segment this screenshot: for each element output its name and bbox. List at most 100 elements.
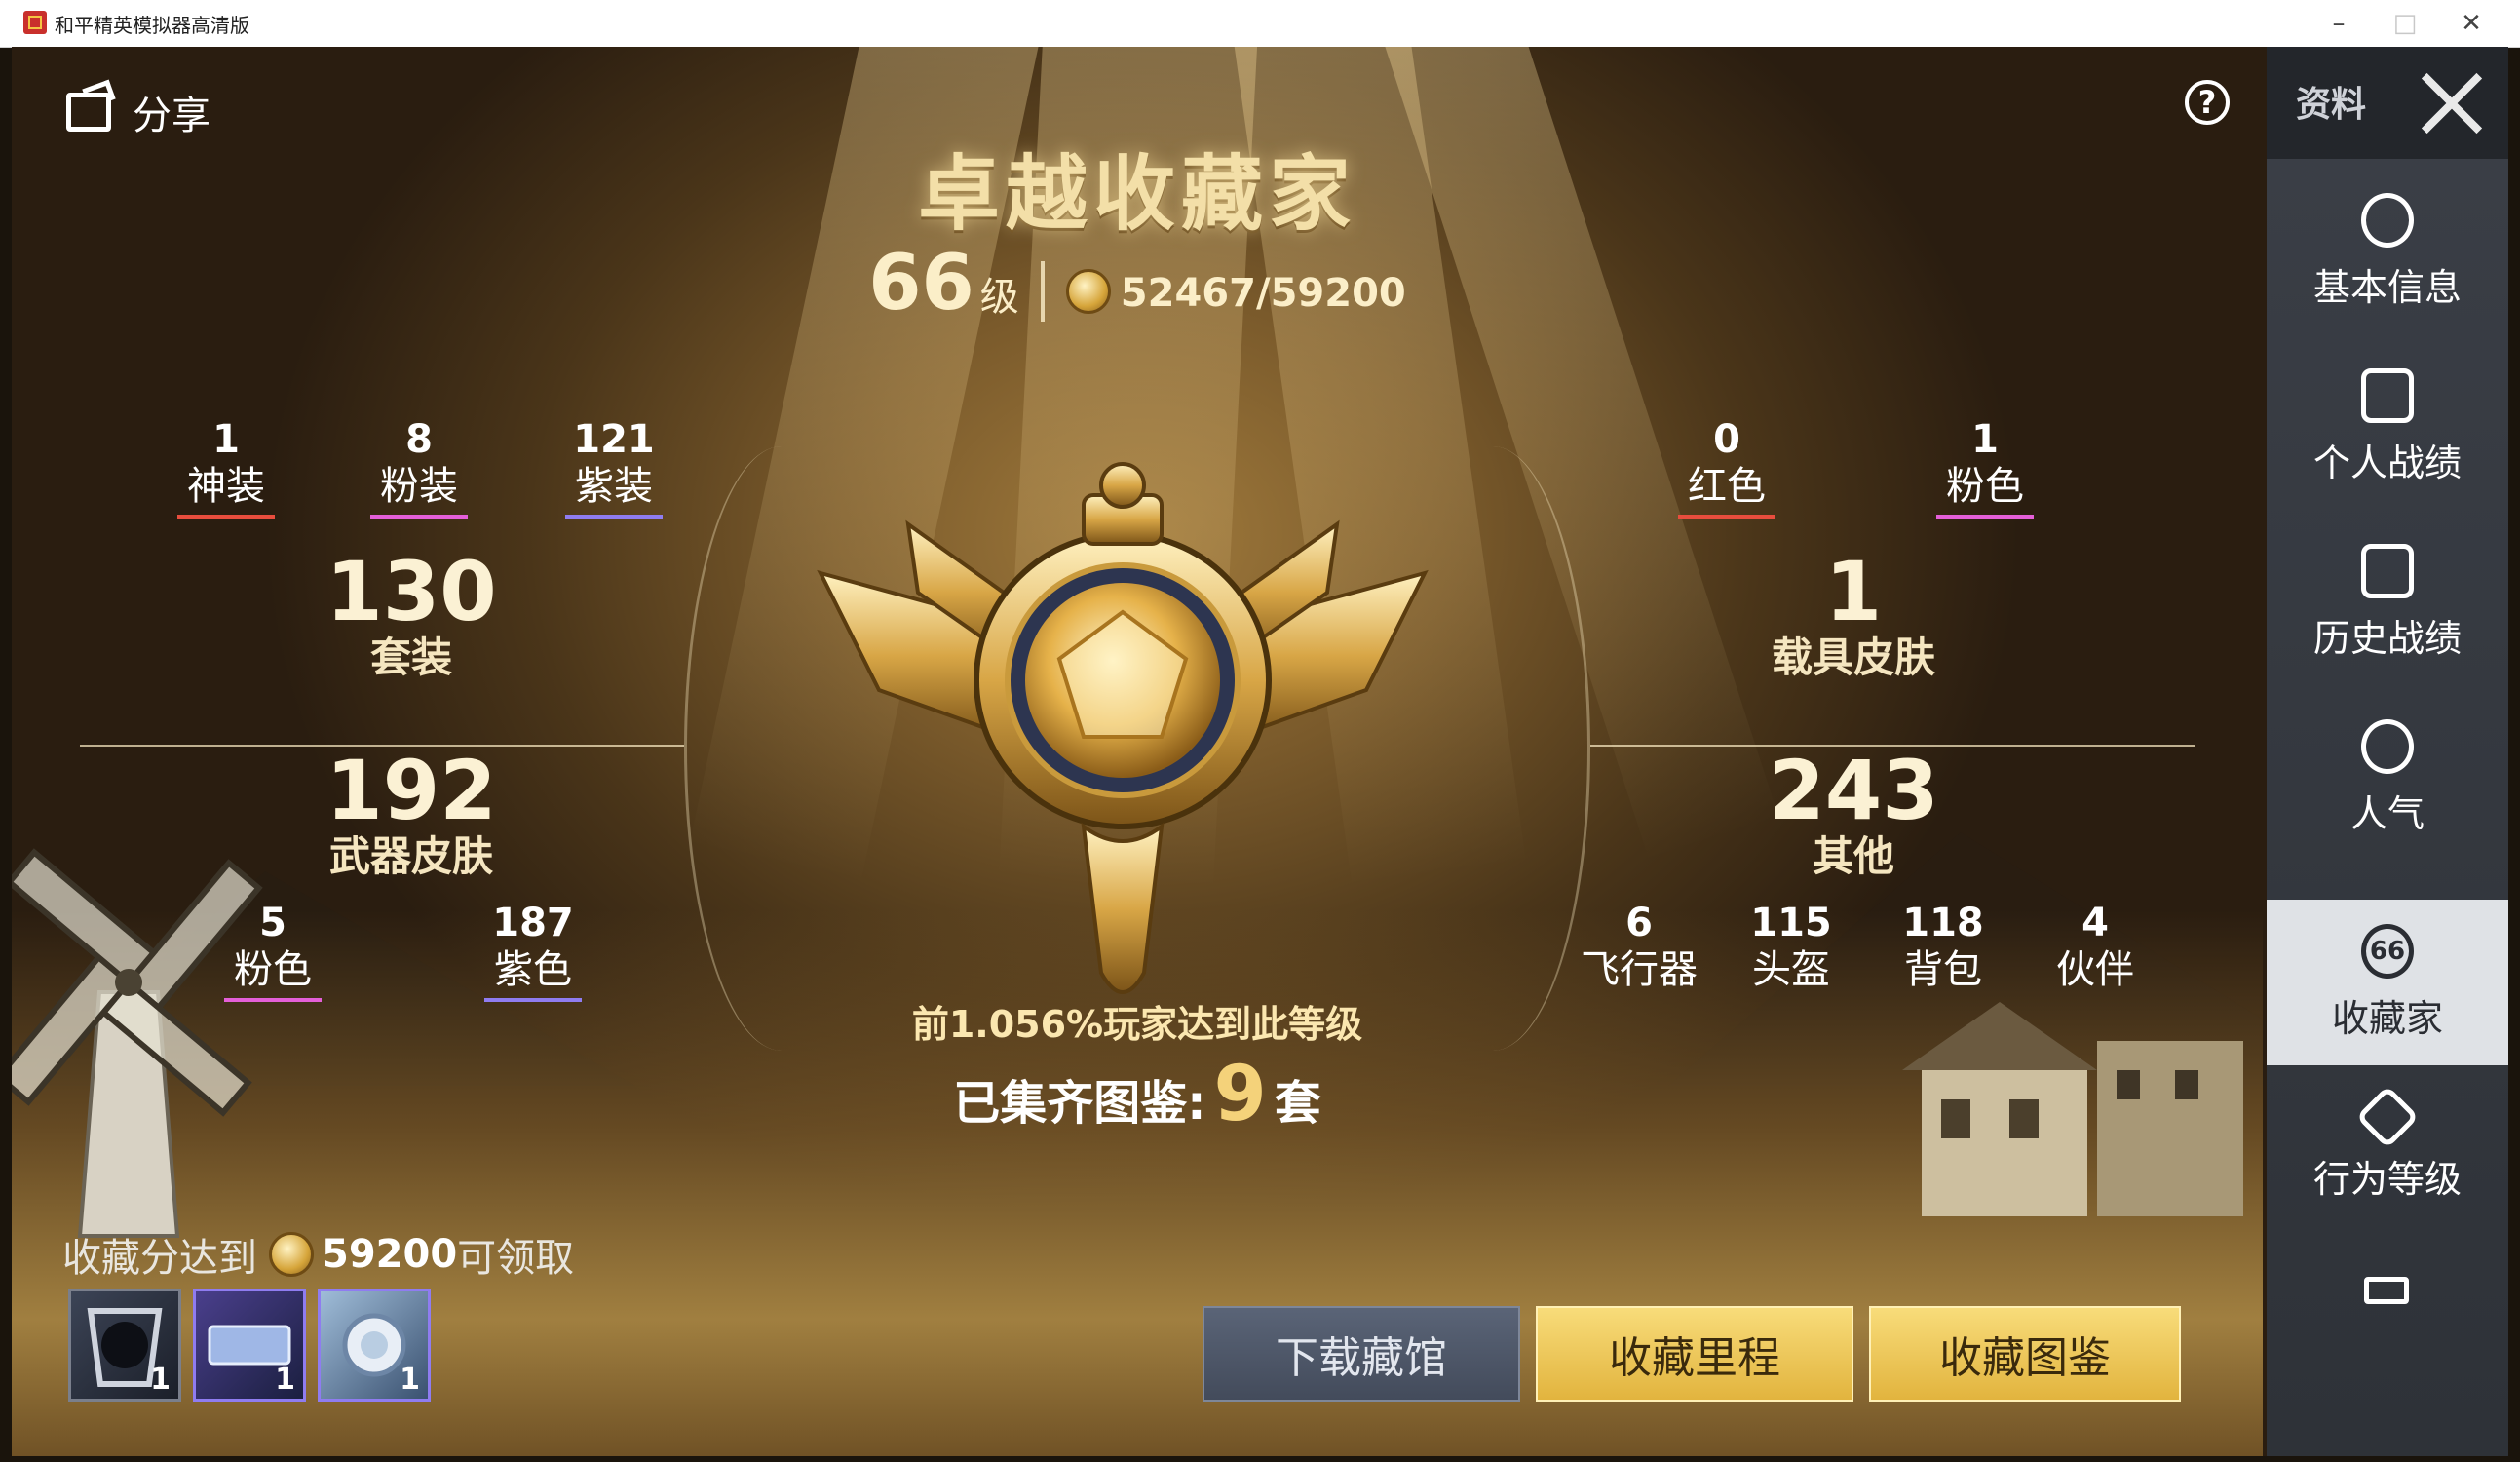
stat-pink-vehicle: 1 粉色	[1917, 417, 2053, 519]
weapon-skin-label: 武器皮肤	[328, 832, 493, 880]
sidebar-item-personal-stats[interactable]: 个人战绩	[2267, 344, 2508, 510]
reward-item-card[interactable]: 1	[193, 1289, 306, 1402]
sidebar-item-label: 基本信息	[2312, 265, 2462, 309]
sets-count: 9	[1213, 1051, 1267, 1138]
collector-level: 66	[868, 240, 974, 327]
stat-purple-outfit: 121 紫装	[546, 417, 682, 519]
level-row: 66 级 52467/59200	[12, 246, 2263, 322]
stat-helmet: 115 头盔	[1713, 901, 1869, 994]
document-target-icon	[2361, 543, 2414, 598]
vehicle-skin-total: 1 载具皮肤	[1737, 550, 1970, 682]
game-viewport: 分享 ? 卓越收藏家 66 级 52467/59200 1 神装 8 粉装 12…	[12, 47, 2508, 1456]
more-menu-icon[interactable]	[2364, 1277, 2409, 1304]
window-close-button[interactable]: ✕	[2438, 0, 2504, 47]
help-icon[interactable]: ?	[2185, 80, 2230, 125]
sidebar-item-behavior-level[interactable]: 行为等级	[2267, 1065, 2508, 1231]
vehicle-skin-count: 1	[1824, 544, 1883, 639]
stat-count: 0	[1713, 417, 1740, 462]
sidebar-item-label: 收藏家	[2331, 996, 2443, 1040]
stat-underline	[565, 515, 663, 519]
app-logo-icon	[23, 11, 47, 34]
reward-hint: 收藏分达到 59200 可领取	[62, 1226, 574, 1283]
reward-score: 59200	[322, 1232, 458, 1277]
stat-label: 背包	[1904, 947, 1982, 992]
reward-suffix: 可领取	[457, 1236, 575, 1281]
collector-title: 卓越收藏家	[917, 146, 1356, 242]
suits-count: 130	[325, 544, 497, 639]
reward-item-count: 1	[150, 1363, 171, 1397]
vehicle-skin-label: 载具皮肤	[1771, 634, 1935, 681]
window-titlebar: 和平精英模拟器高清版 – □ ✕	[0, 0, 2520, 48]
sets-label: 已集齐图鉴:	[953, 1076, 1206, 1131]
sidebar-item-label: 历史战绩	[2312, 616, 2462, 660]
stat-count: 121	[573, 417, 655, 462]
stat-underline	[1678, 515, 1775, 519]
stat-underline	[1936, 515, 2034, 519]
stat-label: 红色	[1688, 464, 1766, 509]
stat-count: 4	[2081, 901, 2109, 945]
collection-coin-icon	[269, 1232, 314, 1277]
stat-label: 粉装	[380, 464, 458, 509]
stat-label: 头盔	[1752, 947, 1830, 992]
stat-count: 1	[212, 417, 240, 462]
shield-star-icon	[2355, 1084, 2420, 1149]
stat-label: 紫色	[494, 947, 572, 992]
reward-item-badge[interactable]: 1	[318, 1289, 431, 1402]
window-title: 和平精英模拟器高清版	[55, 14, 249, 37]
suits-total: 130 套装	[294, 550, 528, 682]
sidebar-item-popularity[interactable]: 人气	[2267, 695, 2508, 861]
stat-count: 8	[405, 417, 433, 462]
collection-milestone-button[interactable]: 收藏里程	[1536, 1306, 1853, 1402]
stat-count: 187	[492, 901, 574, 945]
sets-unit: 套	[1274, 1076, 1321, 1131]
sidebar-header: 资料	[2267, 47, 2508, 159]
user-badge-icon	[2361, 192, 2414, 248]
level-unit: 级	[979, 275, 1019, 320]
sidebar-item-label: 行为等级	[2312, 1157, 2462, 1201]
stat-underline	[370, 515, 468, 519]
stat-pink-weapon: 5 粉色	[205, 901, 341, 1002]
stat-count: 1	[1971, 417, 1999, 462]
sidebar-title: 资料	[2296, 85, 2367, 125]
stat-label: 飞行器	[1581, 947, 1698, 992]
sidebar-item-label: 人气	[2349, 791, 2425, 835]
stat-companion: 4 伙伴	[2017, 901, 2173, 994]
profile-sidebar: 资料 基本信息 个人战绩 历史战绩 人气 66 收藏家 行为等级	[2267, 47, 2508, 1456]
stat-count: 5	[259, 901, 286, 945]
minimize-button[interactable]: –	[2306, 0, 2372, 47]
reward-item-count: 1	[400, 1363, 420, 1397]
stat-pink-outfit: 8 粉装	[351, 417, 487, 519]
reward-item-frame[interactable]: 1	[68, 1289, 181, 1402]
stat-underline	[177, 515, 275, 519]
sidebar-item-basic-info[interactable]: 基本信息	[2267, 169, 2508, 334]
download-museum-button[interactable]: 下载藏馆	[1203, 1306, 1520, 1402]
stat-aircraft: 6 飞行器	[1561, 901, 1717, 994]
collection-coin-icon	[1065, 269, 1111, 314]
stat-backpack: 118 背包	[1865, 901, 2021, 994]
share-icon	[66, 93, 111, 132]
other-total: 243 其他	[1737, 749, 1970, 881]
stat-red-vehicle: 0 红色	[1659, 417, 1795, 519]
stat-label: 伙伴	[2056, 947, 2134, 992]
collection-score: 52467/59200	[1120, 271, 1406, 316]
stat-legendary-outfit: 1 神装	[158, 417, 294, 519]
rose-icon	[2361, 718, 2414, 774]
level-divider	[1040, 261, 1045, 322]
sidebar-item-label: 个人战绩	[2312, 441, 2462, 484]
rank-percentile-text: 前1.056%玩家达到此等级	[911, 1003, 1363, 1046]
reward-prefix: 收藏分达到	[62, 1236, 257, 1281]
stat-label: 粉色	[234, 947, 312, 992]
close-icon[interactable]	[2413, 64, 2491, 142]
sidebar-item-history-stats[interactable]: 历史战绩	[2267, 519, 2508, 685]
other-label: 其他	[1812, 832, 1894, 880]
collector-badge-icon: 66	[2361, 923, 2414, 979]
stat-label: 神装	[187, 464, 265, 509]
collection-atlas-button[interactable]: 收藏图鉴	[1869, 1306, 2181, 1402]
stat-count: 6	[1625, 901, 1653, 945]
stat-label: 粉色	[1946, 464, 2024, 509]
bar-chart-icon	[2361, 367, 2414, 423]
maximize-button[interactable]: □	[2372, 0, 2438, 47]
completed-sets: 已集齐图鉴: 9 套	[12, 1057, 2263, 1133]
sidebar-item-collector[interactable]: 66 收藏家	[2267, 900, 2508, 1065]
weapon-skin-total: 192 武器皮肤	[294, 749, 528, 881]
